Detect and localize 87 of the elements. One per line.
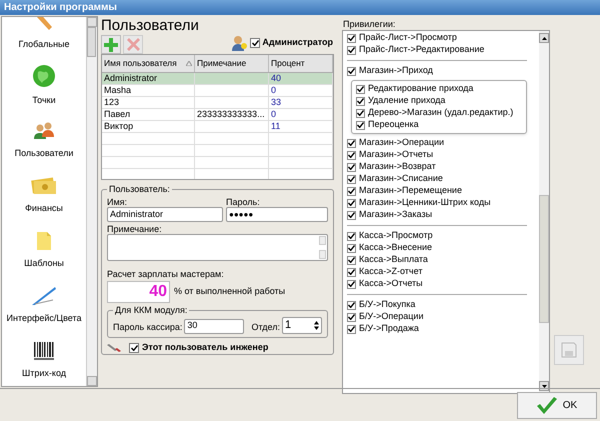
table-row[interactable]: Administrator 40 — [102, 73, 333, 85]
privilege-checkbox[interactable]: Удаление прихода — [356, 95, 522, 107]
globe-icon — [32, 64, 56, 88]
privilege-checkbox[interactable]: Б/У->Продажа — [347, 323, 539, 335]
field-label: Отдел: — [251, 320, 280, 334]
privilege-checkbox[interactable]: Магазин->Перемещение — [347, 185, 539, 197]
document-icon — [36, 230, 52, 251]
privilege-checkbox[interactable]: Редактирование прихода — [356, 83, 522, 95]
privilege-checkbox[interactable]: Магазин->Списание — [347, 173, 539, 185]
table-row[interactable]: 123 33 — [102, 97, 333, 109]
password-field[interactable]: ●●●●● — [226, 206, 328, 222]
delete-button[interactable] — [123, 35, 143, 54]
privilege-checkbox[interactable]: Касса->Z-отчет — [347, 266, 539, 278]
plus-icon — [104, 38, 118, 52]
save-button[interactable] — [554, 335, 584, 365]
checkbox-label: Администратор — [262, 36, 333, 50]
column-header[interactable]: Примечание — [195, 55, 269, 72]
scrollbar[interactable] — [86, 17, 97, 386]
arrow-down-icon — [542, 384, 546, 388]
checkbox[interactable] — [129, 342, 139, 353]
privilege-checkbox[interactable]: Магазин->Возврат — [347, 161, 539, 173]
privilege-checkbox[interactable]: Переоценка — [356, 119, 522, 131]
privilege-checkbox[interactable]: Магазин->Заказы — [347, 209, 539, 221]
table-cell: 40 — [271, 73, 282, 83]
privilege-checkbox[interactable]: Магазин->Отчеты — [347, 149, 539, 161]
table-row[interactable]: Павел 233333333333... 0 — [102, 109, 333, 121]
group-legend: Пользователь: — [107, 183, 172, 196]
field-label: Имя: — [107, 196, 128, 206]
table-row[interactable]: Виктор 11 — [102, 121, 333, 133]
privilege-checkbox[interactable]: Прайс-Лист->Просмотр — [347, 32, 539, 44]
column-header[interactable]: Процент — [269, 55, 333, 72]
privilege-checkbox[interactable]: Магазин->Приход — [347, 65, 539, 77]
field-label: Пароль: — [226, 196, 261, 206]
table-cell: 11 — [271, 121, 280, 131]
department-spinner[interactable]: 1 — [282, 317, 322, 334]
name-field[interactable]: Administrator — [107, 206, 223, 222]
checkbox-label: Этот пользователь инженер — [142, 341, 268, 354]
add-button[interactable] — [101, 35, 121, 54]
table-cell: 33 — [271, 97, 282, 107]
note-field[interactable] — [107, 234, 328, 260]
cashier-password-field[interactable]: 30 — [184, 319, 244, 334]
field-label: Расчет зарплаты мастерам: — [107, 268, 225, 278]
checkbox[interactable] — [250, 38, 260, 48]
column-header[interactable]: Имя пользователя — [102, 55, 195, 72]
privilege-checkbox[interactable]: Касса->Отчеты — [347, 278, 539, 290]
checkmark-icon — [130, 344, 138, 351]
privileges-label: Привилегии: — [343, 19, 396, 30]
barcode-icon — [33, 340, 55, 361]
ok-button[interactable]: OK — [517, 392, 597, 418]
table-cell: Виктор — [104, 121, 134, 131]
spinner-arrows-icon — [314, 321, 319, 330]
privilege-checkbox[interactable]: Б/У->Покупка — [347, 299, 539, 311]
privilege-checkbox[interactable]: Магазин->Операции — [347, 137, 539, 149]
salary-percent-field[interactable]: 40 — [107, 280, 170, 302]
table-cell: 123 — [104, 97, 120, 107]
table-cell: Павел — [104, 109, 130, 119]
user-key-icon — [232, 35, 248, 51]
privilege-checkbox[interactable]: Дерево->Магазин (удал.редактир.) — [356, 107, 522, 119]
arrow-up-icon — [542, 36, 546, 40]
wrench-icon — [107, 342, 121, 353]
cross-icon — [126, 38, 140, 51]
table-cell: Administrator — [104, 73, 158, 83]
privilege-checkbox[interactable]: Магазин->Ценники-Штрих коды — [347, 197, 539, 209]
table-cell: 233333333333... — [197, 109, 265, 119]
table-row[interactable]: Masha 0 — [102, 85, 333, 97]
field-label: Примечание: — [107, 224, 163, 234]
scrollbar[interactable] — [539, 31, 549, 393]
window-title: Настройки программы — [4, 1, 117, 15]
sort-icon — [186, 61, 192, 66]
privilege-checkbox[interactable]: Касса->Внесение — [347, 242, 539, 254]
table-cell: 0 — [271, 109, 276, 119]
money-icon — [31, 176, 57, 196]
group-legend: Для ККМ модуля: — [113, 304, 190, 317]
users-icon — [33, 120, 55, 141]
percent-label: % от выполненной работы — [174, 284, 286, 298]
table-cell: Masha — [104, 85, 132, 95]
table-cell: 0 — [271, 85, 276, 95]
checkmark-icon — [348, 68, 355, 74]
field-label: Пароль кассира: — [113, 320, 182, 334]
checkmark-icon — [252, 40, 259, 46]
pen-icon — [31, 286, 57, 306]
checkmark-icon — [536, 396, 557, 414]
privilege-checkbox[interactable]: Прайс-Лист->Редактирование — [347, 44, 539, 56]
section-title: Пользователи — [101, 17, 199, 34]
privilege-checkbox[interactable]: Б/У->Операции — [347, 311, 539, 323]
privilege-checkbox[interactable]: Касса->Просмотр — [347, 230, 539, 242]
privilege-checkbox[interactable]: Касса->Выплата — [347, 254, 539, 266]
